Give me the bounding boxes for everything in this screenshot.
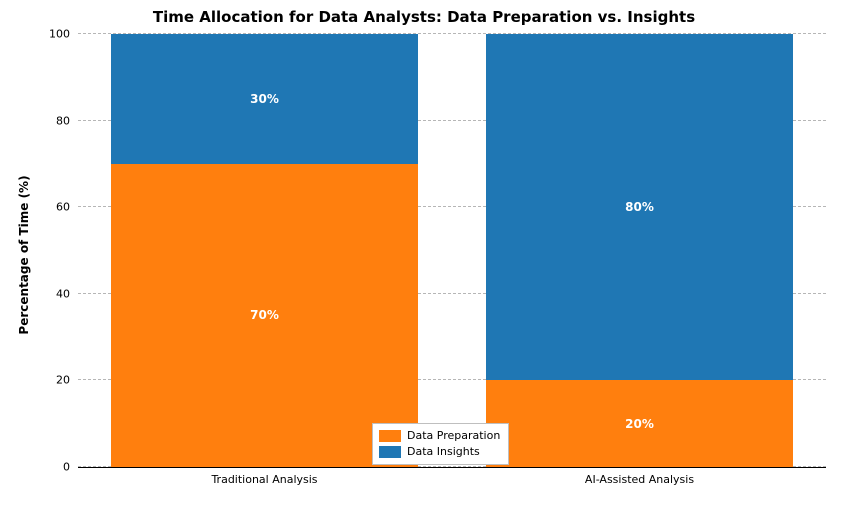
plot-area: 0 20 40 60 80 100 70% 30% Traditional An…: [78, 34, 826, 468]
bar-ai: 20% 80% AI-Assisted Analysis: [486, 34, 793, 467]
legend-swatch-prep: [379, 430, 401, 442]
y-axis-label: Percentage of Time (%): [17, 175, 31, 334]
legend: Data Preparation Data Insights: [372, 423, 509, 465]
legend-swatch-insight: [379, 446, 401, 458]
ytick-80: 80: [56, 114, 78, 127]
legend-label-prep: Data Preparation: [407, 428, 500, 444]
bar-ai-insight: 80%: [486, 34, 793, 380]
bar-traditional-insight: 30%: [111, 34, 418, 164]
legend-item-insight: Data Insights: [379, 444, 500, 460]
ytick-100: 100: [49, 28, 78, 41]
ytick-0: 0: [63, 461, 78, 474]
ytick-40: 40: [56, 287, 78, 300]
bar-traditional-prep: 70%: [111, 164, 418, 467]
bar-ai-insight-label: 80%: [486, 200, 793, 214]
bar-ai-prep: 20%: [486, 380, 793, 467]
bar-ai-prep-label: 20%: [486, 417, 793, 431]
legend-item-prep: Data Preparation: [379, 428, 500, 444]
chart-container: Time Allocation for Data Analysts: Data …: [0, 0, 848, 509]
chart-title: Time Allocation for Data Analysts: Data …: [0, 8, 848, 26]
legend-label-insight: Data Insights: [407, 444, 480, 460]
bar-traditional-insight-label: 30%: [111, 92, 418, 106]
ytick-60: 60: [56, 201, 78, 214]
bar-traditional-prep-label: 70%: [111, 308, 418, 322]
ytick-20: 20: [56, 374, 78, 387]
xtick-ai: AI-Assisted Analysis: [585, 467, 694, 486]
bar-traditional: 70% 30% Traditional Analysis: [111, 34, 418, 467]
xtick-traditional: Traditional Analysis: [211, 467, 317, 486]
